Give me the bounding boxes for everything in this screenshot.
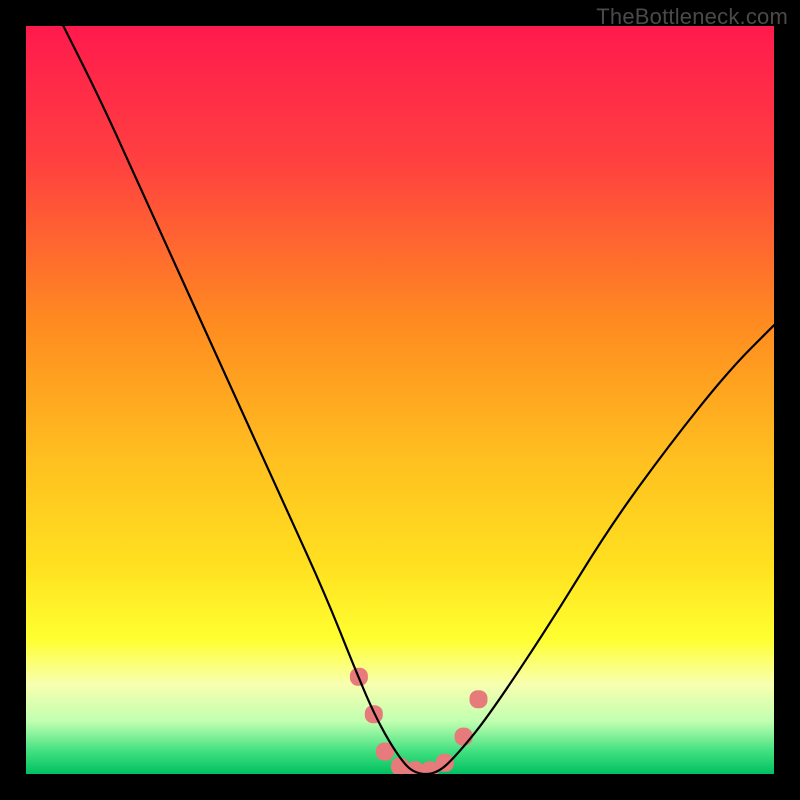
watermark-text: TheBottleneck.com bbox=[596, 4, 788, 30]
chart-frame: TheBottleneck.com bbox=[0, 0, 800, 800]
curve-marker bbox=[455, 728, 473, 746]
plot-area bbox=[26, 26, 774, 774]
bottleneck-curve bbox=[26, 26, 774, 774]
curve-marker bbox=[436, 754, 454, 772]
curve-marker bbox=[470, 690, 488, 708]
